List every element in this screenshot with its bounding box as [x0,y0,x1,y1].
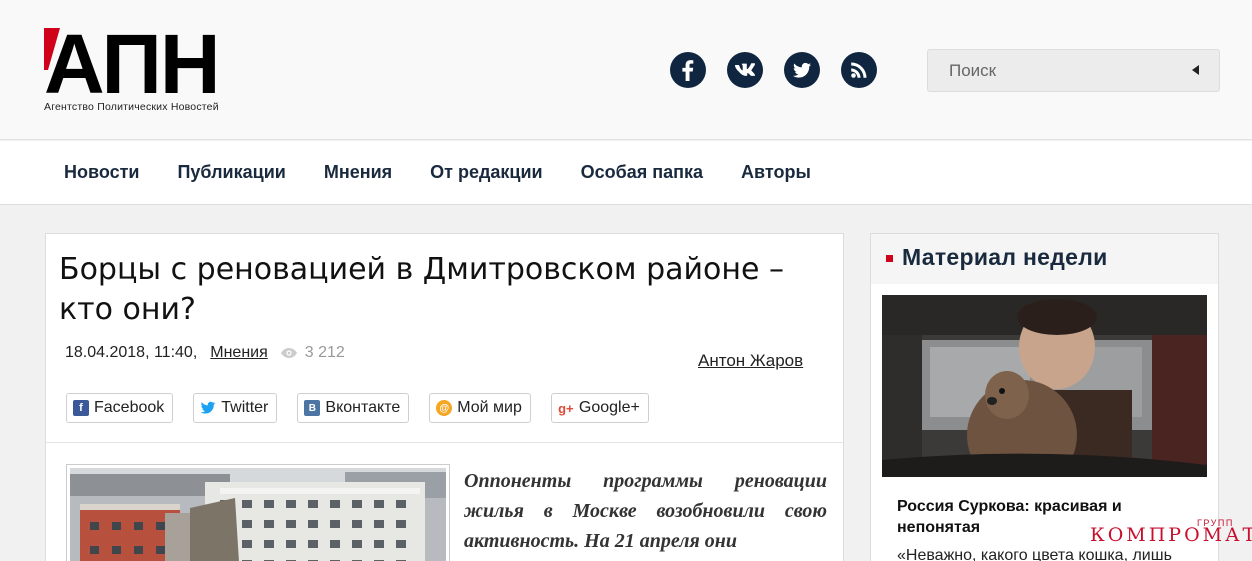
share-buttons: f Facebook Twitter В Вконтакте @ Мой мир… [66,393,669,423]
share-label: Twitter [221,399,269,416]
article-card: Борцы с реновацией в Дмитровском районе … [45,233,844,561]
rss-icon[interactable] [841,52,877,88]
site-header: АПН Агентство Политических Новостей [0,0,1252,140]
share-label: Вконтакте [325,399,401,416]
nav-item-authors[interactable]: Авторы [741,162,811,183]
article-meta: 18.04.2018, 11:40, Мнения 3 212 [65,344,345,362]
search-input[interactable] [928,50,1178,91]
sidebar-featured: Материал недели Россия Суркова: красивая… [870,233,1219,561]
view-count: 3 212 [304,344,345,361]
facebook-icon: f [73,400,89,416]
article-category-link[interactable]: Мнения [210,344,268,362]
vk-icon: В [304,400,321,416]
author-link[interactable]: Антон Жаров [698,351,803,371]
nav-item-opinions[interactable]: Мнения [324,162,392,183]
vk-icon[interactable] [727,52,763,88]
twitter-icon [200,400,217,416]
eye-icon [280,348,297,358]
facebook-icon[interactable] [670,52,706,88]
divider [46,442,843,443]
logo-text: АПН [44,17,221,111]
share-label: Google+ [578,399,640,416]
share-label: Мой мир [457,399,522,416]
share-label: Facebook [94,399,165,416]
share-vk-button[interactable]: В Вконтакте [297,393,410,423]
site-logo[interactable]: АПН Агентство Политических Новостей [44,17,274,116]
nav-item-special-folder[interactable]: Особая папка [581,162,703,183]
article-date: 18.04.2018, 11:40, [65,344,198,361]
share-facebook-button[interactable]: f Facebook [66,393,174,423]
google-plus-icon: g+ [557,400,574,416]
social-links [670,52,877,88]
share-twitter-button[interactable]: Twitter [193,393,278,423]
article-image[interactable] [66,464,450,561]
logo-subtitle: Агентство Политических Новостей [44,101,219,113]
twitter-icon[interactable] [784,52,820,88]
nav-item-publications[interactable]: Публикации [177,162,285,183]
watermark-main: КОМПРОМАТ [1090,524,1252,546]
nav-item-news[interactable]: Новости [64,162,139,183]
nav-item-editorial[interactable]: От редакции [430,162,542,183]
share-moimir-button[interactable]: @ Мой мир [429,393,531,423]
red-square-icon [886,255,893,262]
main-nav: Новости Публикации Мнения От редакции Ос… [0,141,1252,205]
at-sign-icon: @ [436,400,453,416]
share-googleplus-button[interactable]: g+ Google+ [550,393,649,423]
search-box [927,49,1220,92]
featured-image[interactable] [882,295,1207,477]
article-lead: Оппоненты программы реновации жилья в Мо… [464,470,827,552]
article-title: Борцы с реновацией в Дмитровском районе … [59,252,784,327]
watermark: ГРУПП КОМПРОМАТ [1090,518,1252,558]
sidebar-header: Материал недели [871,234,1218,284]
caret-left-icon[interactable] [1192,65,1199,75]
sidebar-heading: Материал недели [902,244,1108,270]
